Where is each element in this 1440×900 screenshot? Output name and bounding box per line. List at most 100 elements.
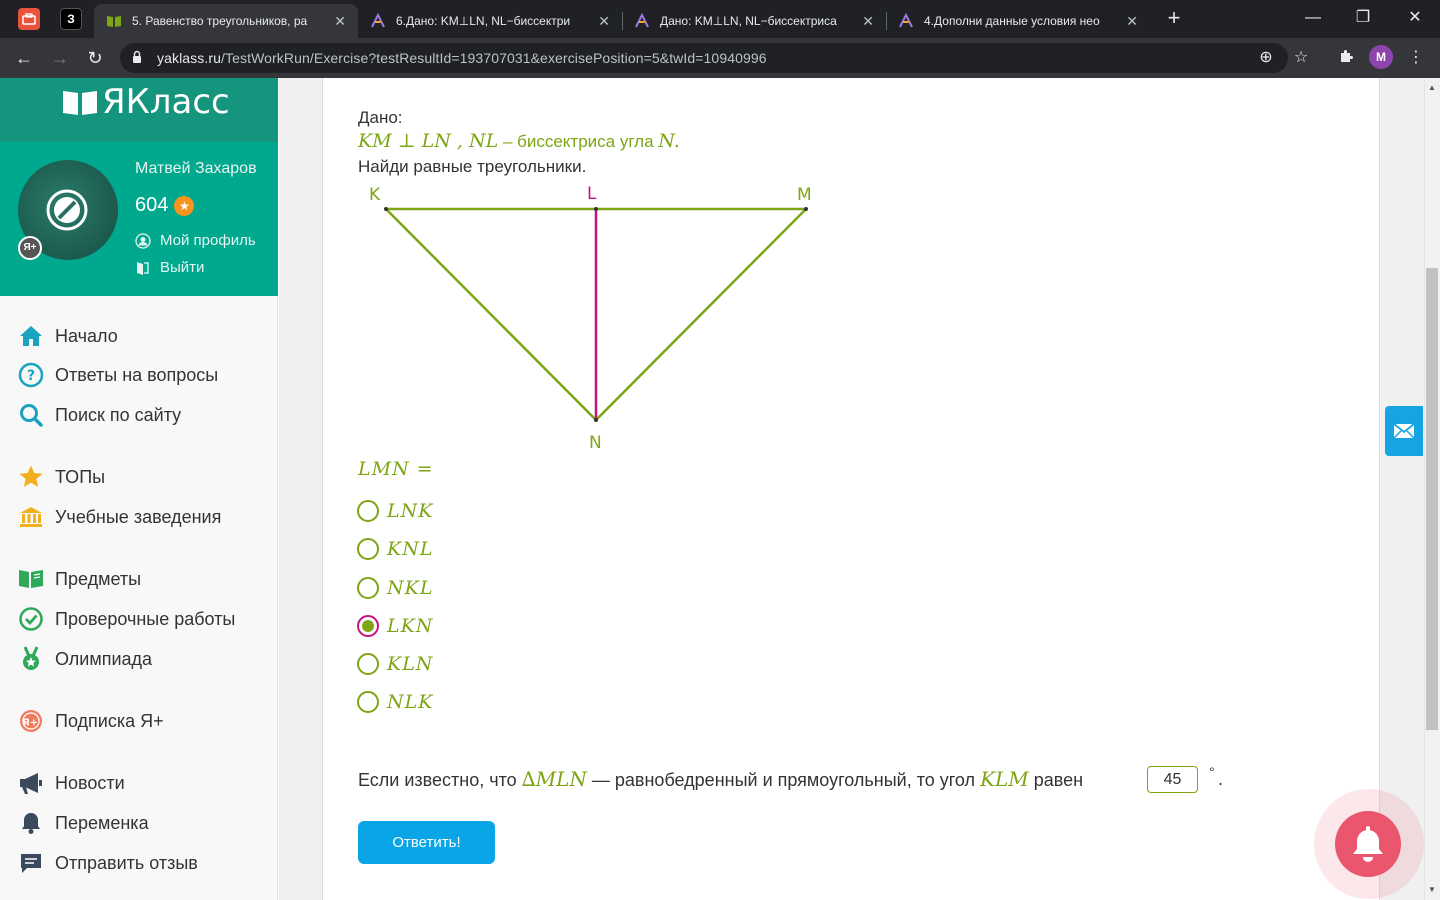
sidebar-item-answers[interactable]: ? Ответы на вопросы: [18, 360, 218, 390]
megaphone-icon: [18, 770, 44, 796]
profile-avatar[interactable]: M: [1369, 45, 1393, 69]
new-tab-button[interactable]: +: [1162, 6, 1186, 30]
option-label: LNK: [387, 500, 434, 522]
logout-icon: [137, 261, 149, 275]
tab-1[interactable]: 5. Равенство треугольников, ра ✕: [94, 4, 358, 38]
scroll-down-arrow-icon[interactable]: ▼: [1426, 884, 1438, 896]
option-lkn[interactable]: LKN: [357, 613, 433, 639]
sidebar-item-tops[interactable]: ТОПы: [18, 462, 105, 492]
angle-answer-input[interactable]: 45: [1147, 766, 1198, 793]
sidebar-item-label: Переменка: [55, 812, 149, 833]
radio-button[interactable]: [357, 653, 379, 675]
radio-button[interactable]: [357, 500, 379, 522]
radio-button-selected[interactable]: [357, 615, 379, 637]
notifications-button[interactable]: [1335, 811, 1401, 877]
institution-icon: [18, 504, 44, 530]
avatar-ban-icon: [46, 189, 88, 231]
sidebar-item-subscription[interactable]: Я+ Подписка Я+: [18, 706, 164, 736]
bookmark-star-icon[interactable]: ☆: [1291, 48, 1311, 68]
sidebar-item-home[interactable]: Начало: [18, 321, 118, 351]
sidebar-item-institutions[interactable]: Учебные заведения: [18, 502, 221, 532]
sidebar-item-break[interactable]: Переменка: [18, 808, 149, 838]
svg-text:Я+: Я+: [22, 718, 38, 729]
scrollbar-thumb[interactable]: [1426, 268, 1438, 730]
back-button[interactable]: ←: [12, 46, 36, 70]
label-m: M: [797, 185, 812, 205]
my-profile-link[interactable]: Мой профиль: [135, 232, 256, 249]
my-profile-label: Мой профиль: [160, 232, 256, 249]
app-icon[interactable]: [18, 8, 40, 30]
question-icon: ?: [18, 362, 44, 388]
site-favicon-icon: [634, 13, 650, 29]
task-text: Найди равные треугольники.: [358, 157, 587, 176]
extensions-puzzle-icon[interactable]: [1336, 48, 1356, 68]
close-tab-icon[interactable]: ✕: [598, 13, 610, 30]
tab-title: 4.Дополни данные условия нео: [924, 14, 1100, 28]
install-icon[interactable]: ⊕: [1256, 48, 1276, 68]
option-label: KLN: [387, 653, 434, 675]
sidebar-item-label: Подписка Я+: [55, 710, 164, 731]
sidebar-item-label: Предметы: [55, 568, 142, 589]
pinned-tab-icon[interactable]: З: [60, 8, 82, 30]
sidebar-item-label: Учебные заведения: [55, 506, 222, 527]
medal-icon: [18, 646, 44, 672]
radio-button[interactable]: [357, 577, 379, 599]
radio-button[interactable]: [357, 538, 379, 560]
restore-button[interactable]: ❐: [1340, 4, 1386, 32]
points-star-icon: ★: [174, 195, 195, 216]
sidebar-item-tests[interactable]: Проверочные работы: [18, 604, 235, 634]
forward-button[interactable]: →: [48, 46, 72, 70]
given-text: – биссектриса угла: [498, 132, 659, 151]
sidebar-item-news[interactable]: Новости: [18, 768, 125, 798]
close-tab-icon[interactable]: ✕: [1126, 13, 1138, 30]
option-lnk[interactable]: LNK: [357, 498, 433, 524]
sidebar: ЯКласс Я+ Матвей Захаров 604 ★ Мой профил…: [0, 78, 278, 900]
url-text: yaklass.ru/TestWorkRun/Exercise?testResu…: [157, 50, 767, 66]
user-points: 604 ★: [135, 194, 195, 217]
lock-icon: [133, 50, 141, 63]
sidebar-item-label: Отправить отзыв: [55, 852, 198, 873]
logout-link[interactable]: Выйти: [135, 259, 204, 276]
segment-kn: [385, 208, 597, 421]
tab-3[interactable]: Дано: KM⊥LN, NL−биссектриса ✕: [622, 4, 886, 38]
close-tab-icon[interactable]: ✕: [862, 13, 874, 30]
browser-menu-icon[interactable]: ⋮: [1406, 48, 1426, 68]
user-panel: ЯКласс Я+ Матвей Захаров 604 ★ Мой профил…: [0, 78, 278, 296]
browser-toolbar: ← → ↻ yaklass.ru/TestWorkRun/Exercise?te…: [0, 38, 1440, 78]
tab-2[interactable]: 6.Дано: KM⊥LN, NL−биссектри ✕: [358, 4, 622, 38]
option-label: NLK: [387, 691, 434, 713]
submit-answer-button[interactable]: Ответить!: [358, 821, 495, 864]
close-window-button[interactable]: ✕: [1392, 4, 1438, 32]
book-favicon-icon: [106, 13, 122, 29]
check-icon: [18, 606, 44, 632]
radio-button[interactable]: [357, 691, 379, 713]
point-l: [594, 207, 598, 211]
option-label: KNL: [387, 538, 434, 560]
option-nlk[interactable]: NLK: [357, 689, 433, 715]
pinned-tab-label: З: [67, 12, 75, 26]
sidebar-item-search[interactable]: Поиск по сайту: [18, 400, 181, 430]
tab-4[interactable]: 4.Дополни данные условия нео ✕: [886, 4, 1150, 38]
option-kln[interactable]: KLN: [357, 651, 433, 677]
sidebar-item-label: ТОПы: [55, 466, 106, 487]
degree-sign: °: [1209, 764, 1215, 780]
given-math-perpendicular: KM ⊥ LN: [358, 130, 451, 152]
feedback-mail-button[interactable]: [1385, 406, 1423, 456]
sidebar-item-olympiad[interactable]: Олимпиада: [18, 644, 152, 674]
label-n: N: [589, 433, 602, 453]
mail-icon: [1393, 423, 1415, 439]
yaklass-logo[interactable]: ЯКласс: [62, 82, 230, 122]
sidebar-item-feedback[interactable]: Отправить отзыв: [18, 848, 198, 878]
option-nkl[interactable]: NKL: [357, 575, 433, 601]
scroll-up-arrow-icon[interactable]: ▲: [1426, 82, 1438, 94]
reload-button[interactable]: ↻: [83, 46, 107, 70]
sidebar-item-subjects[interactable]: Предметы: [18, 564, 141, 594]
site-favicon-icon: [370, 13, 386, 29]
minimize-button[interactable]: —: [1290, 4, 1336, 32]
close-tab-icon[interactable]: ✕: [334, 13, 346, 30]
address-bar[interactable]: yaklass.ru/TestWorkRun/Exercise?testResu…: [120, 43, 1288, 73]
sidebar-item-label: Олимпиада: [55, 648, 153, 669]
option-knl[interactable]: KNL: [357, 536, 433, 562]
point-k: [384, 207, 388, 211]
point-m: [804, 207, 808, 211]
